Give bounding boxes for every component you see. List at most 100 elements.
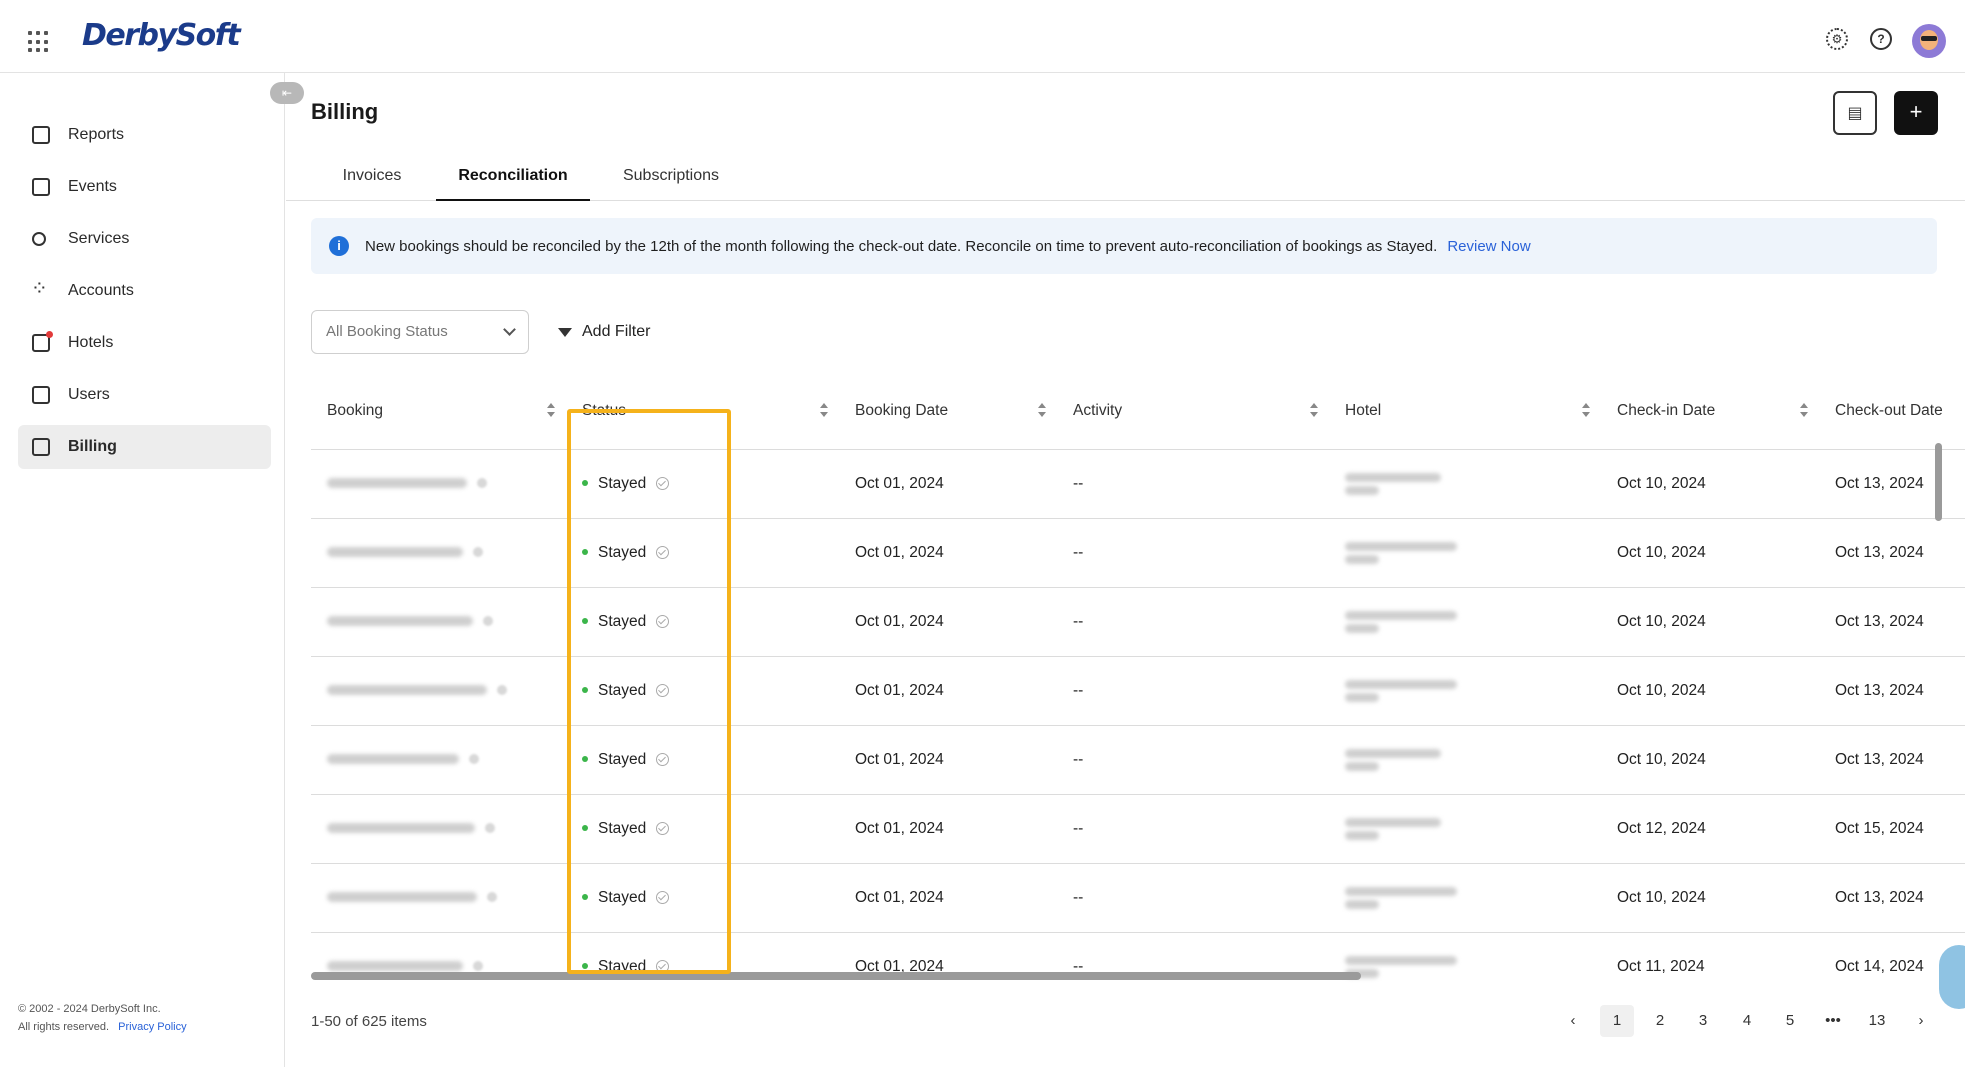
sort-icon[interactable]	[546, 403, 556, 419]
copy-icon[interactable]	[497, 685, 507, 696]
tab-subscriptions[interactable]: Subscriptions	[608, 161, 734, 201]
copy-icon[interactable]	[483, 616, 493, 627]
sidebar-item-accounts[interactable]: Accounts	[18, 269, 271, 313]
filter-icon	[558, 327, 572, 337]
page-button-13[interactable]: 13	[1860, 1005, 1894, 1037]
sort-icon[interactable]	[1309, 403, 1319, 419]
page-button-1[interactable]: 1	[1600, 1005, 1634, 1037]
copy-icon[interactable]	[473, 961, 483, 972]
horizontal-scrollbar[interactable]	[311, 972, 1361, 980]
sidebar-item-billing[interactable]: Billing	[18, 425, 271, 469]
booking-status-select[interactable]: All Booking Status	[311, 310, 529, 354]
redacted-booking-id	[327, 754, 459, 765]
table-row[interactable]: Stayed Oct 01, 2024 -- Oct 10, 2024 Oct 13, …	[311, 518, 1965, 588]
column-header-hotel[interactable]: Hotel	[1329, 373, 1601, 450]
tab-reconciliation[interactable]: Reconciliation	[436, 161, 590, 201]
app-launcher-icon[interactable]	[28, 31, 50, 53]
sidebar-item-reports[interactable]: Reports	[18, 113, 271, 157]
column-header-activity[interactable]: Activity	[1057, 373, 1329, 450]
review-now-link[interactable]: Review Now	[1447, 238, 1530, 255]
status-dot	[582, 756, 588, 763]
add-button[interactable]: +	[1894, 91, 1938, 135]
booking-status-value: All Booking Status	[326, 323, 448, 340]
report-button[interactable]: ▤	[1833, 91, 1877, 135]
status-text: Stayed	[598, 474, 647, 492]
redacted-hotel-name	[1345, 610, 1457, 620]
calendar-icon	[32, 178, 50, 196]
column-header-booking[interactable]: Booking	[311, 373, 566, 450]
column-header-checkin[interactable]: Check-in Date	[1601, 373, 1819, 450]
column-header-status[interactable]: Status	[566, 373, 839, 450]
logo[interactable]: DerbySoft	[82, 18, 241, 53]
redacted-hotel-code	[1345, 623, 1379, 633]
sidebar-item-hotels[interactable]: Hotels	[18, 321, 271, 365]
vertical-scrollbar[interactable]	[1935, 443, 1942, 521]
table-row[interactable]: Stayed Oct 01, 2024 -- Oct 10, 2024 Oct 13, …	[311, 656, 1965, 726]
table-row[interactable]: Stayed Oct 01, 2024 -- Oct 10, 2024 Oct 13, …	[311, 863, 1965, 933]
page-button-5[interactable]: 5	[1773, 1005, 1807, 1037]
next-page-button[interactable]: ›	[1910, 1005, 1932, 1037]
booking-cell[interactable]	[311, 656, 566, 726]
copy-icon[interactable]	[487, 892, 497, 903]
sidebar-item-label: Services	[68, 230, 130, 247]
sort-icon[interactable]	[1581, 403, 1591, 419]
table-row[interactable]: Stayed Oct 01, 2024 -- Oct 12, 2024 Oct 15, …	[311, 794, 1965, 864]
booking-cell[interactable]	[311, 932, 566, 991]
hotel-cell	[1329, 587, 1601, 657]
page-button-3[interactable]: 3	[1686, 1005, 1720, 1037]
booking-cell[interactable]	[311, 449, 566, 519]
redacted-hotel-code	[1345, 692, 1379, 702]
copy-icon[interactable]	[473, 547, 483, 558]
sidebar-item-events[interactable]: Events	[18, 165, 271, 209]
sort-icon[interactable]	[1799, 403, 1809, 419]
column-label: Check-in Date	[1617, 401, 1716, 419]
tab-invoices[interactable]: Invoices	[326, 161, 418, 201]
booking-cell[interactable]	[311, 794, 566, 864]
copy-icon[interactable]	[469, 754, 479, 765]
chat-widget-button[interactable]	[1939, 945, 1965, 1009]
copy-icon[interactable]	[485, 823, 495, 834]
status-cell: Stayed	[566, 725, 839, 795]
sort-icon[interactable]	[1037, 403, 1047, 419]
status-dot	[582, 618, 588, 625]
booking-cell[interactable]	[311, 725, 566, 795]
checkin-cell: Oct 12, 2024	[1601, 794, 1819, 864]
booking-cell[interactable]	[311, 587, 566, 657]
table-row[interactable]: Stayed Oct 01, 2024 -- Oct 10, 2024 Oct 13, …	[311, 449, 1965, 519]
sidebar-item-label: Hotels	[68, 334, 114, 351]
redacted-hotel-name	[1345, 541, 1457, 551]
settings-icon[interactable]: ⚙	[1826, 28, 1848, 50]
column-label: Check-out Date	[1835, 401, 1943, 419]
help-icon[interactable]: ?	[1870, 28, 1892, 50]
redacted-hotel-name	[1345, 679, 1457, 689]
privacy-policy-link[interactable]: Privacy Policy	[118, 1021, 186, 1033]
table-row[interactable]: Stayed Oct 01, 2024 -- Oct 10, 2024 Oct 13, …	[311, 587, 1965, 657]
booking-cell[interactable]	[311, 518, 566, 588]
copy-icon[interactable]	[477, 478, 487, 489]
avatar[interactable]	[1912, 24, 1946, 58]
collapse-sidebar-button[interactable]: ⇤	[270, 82, 304, 104]
sidebar-item-users[interactable]: Users	[18, 373, 271, 417]
table-row[interactable]: Stayed Oct 01, 2024 -- Oct 11, 2024 Oct 14, …	[311, 932, 1965, 991]
bookings-table: Booking Status Booking Date Activity Hot…	[311, 373, 1965, 991]
add-filter-button[interactable]: Add Filter	[558, 310, 650, 354]
prev-page-button[interactable]: ‹	[1562, 1005, 1584, 1037]
check-circle-icon	[656, 959, 670, 973]
column-header-checkout[interactable]: Check-out Date	[1819, 373, 1965, 450]
page-ellipsis[interactable]: •••	[1816, 1005, 1850, 1037]
sort-icon[interactable]	[819, 403, 829, 419]
check-circle-icon	[656, 614, 670, 628]
checkin-cell: Oct 10, 2024	[1601, 863, 1819, 933]
sidebar-item-services[interactable]: Services	[18, 217, 271, 261]
table-row[interactable]: Stayed Oct 01, 2024 -- Oct 10, 2024 Oct 13, …	[311, 725, 1965, 795]
page-button-4[interactable]: 4	[1730, 1005, 1764, 1037]
column-header-booking-date[interactable]: Booking Date	[839, 373, 1057, 450]
hotel-cell	[1329, 932, 1601, 991]
accounts-icon	[31, 276, 50, 301]
check-circle-icon	[656, 545, 670, 559]
booking-date-cell: Oct 01, 2024	[839, 449, 1057, 519]
column-label: Activity	[1073, 401, 1123, 419]
page-button-2[interactable]: 2	[1643, 1005, 1677, 1037]
booking-cell[interactable]	[311, 863, 566, 933]
booking-date-cell: Oct 01, 2024	[839, 863, 1057, 933]
